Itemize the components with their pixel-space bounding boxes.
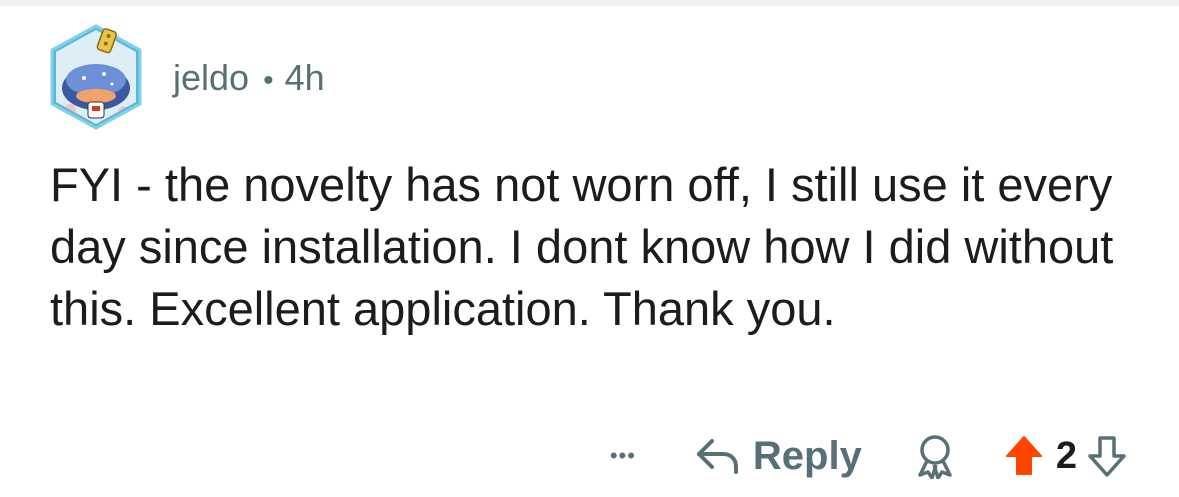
reply-arrow-icon [696, 439, 738, 474]
upvote-button[interactable] [1002, 431, 1046, 481]
vote-score: 2 [1055, 434, 1077, 477]
comment-meta: jeldo • 4h [173, 56, 325, 103]
comment-timestamp: 4h [284, 57, 325, 98]
avatar[interactable] [42, 22, 150, 132]
downvote-button[interactable] [1085, 431, 1129, 481]
downvote-arrow-icon [1088, 436, 1126, 477]
top-divider [0, 0, 1179, 6]
reply-label: Reply [752, 433, 862, 478]
award-icon [918, 435, 952, 479]
more-icon: ••• [609, 443, 636, 468]
award-button[interactable] [910, 431, 960, 481]
vote-controls: 2 [1002, 431, 1129, 481]
comment-body: FYI - the novelty has not worn off, I st… [50, 158, 1114, 335]
reply-button[interactable]: Reply [695, 434, 862, 479]
meta-separator: • [263, 64, 274, 97]
comment-card: jeldo • 4h FYI - the novelty has not worn … [0, 0, 1179, 497]
more-options-button[interactable]: ••• [603, 436, 643, 476]
username-link[interactable]: jeldo [173, 57, 249, 98]
upvote-arrow-icon [1005, 436, 1042, 475]
comment-actions: ••• Reply 2 [603, 426, 1129, 486]
